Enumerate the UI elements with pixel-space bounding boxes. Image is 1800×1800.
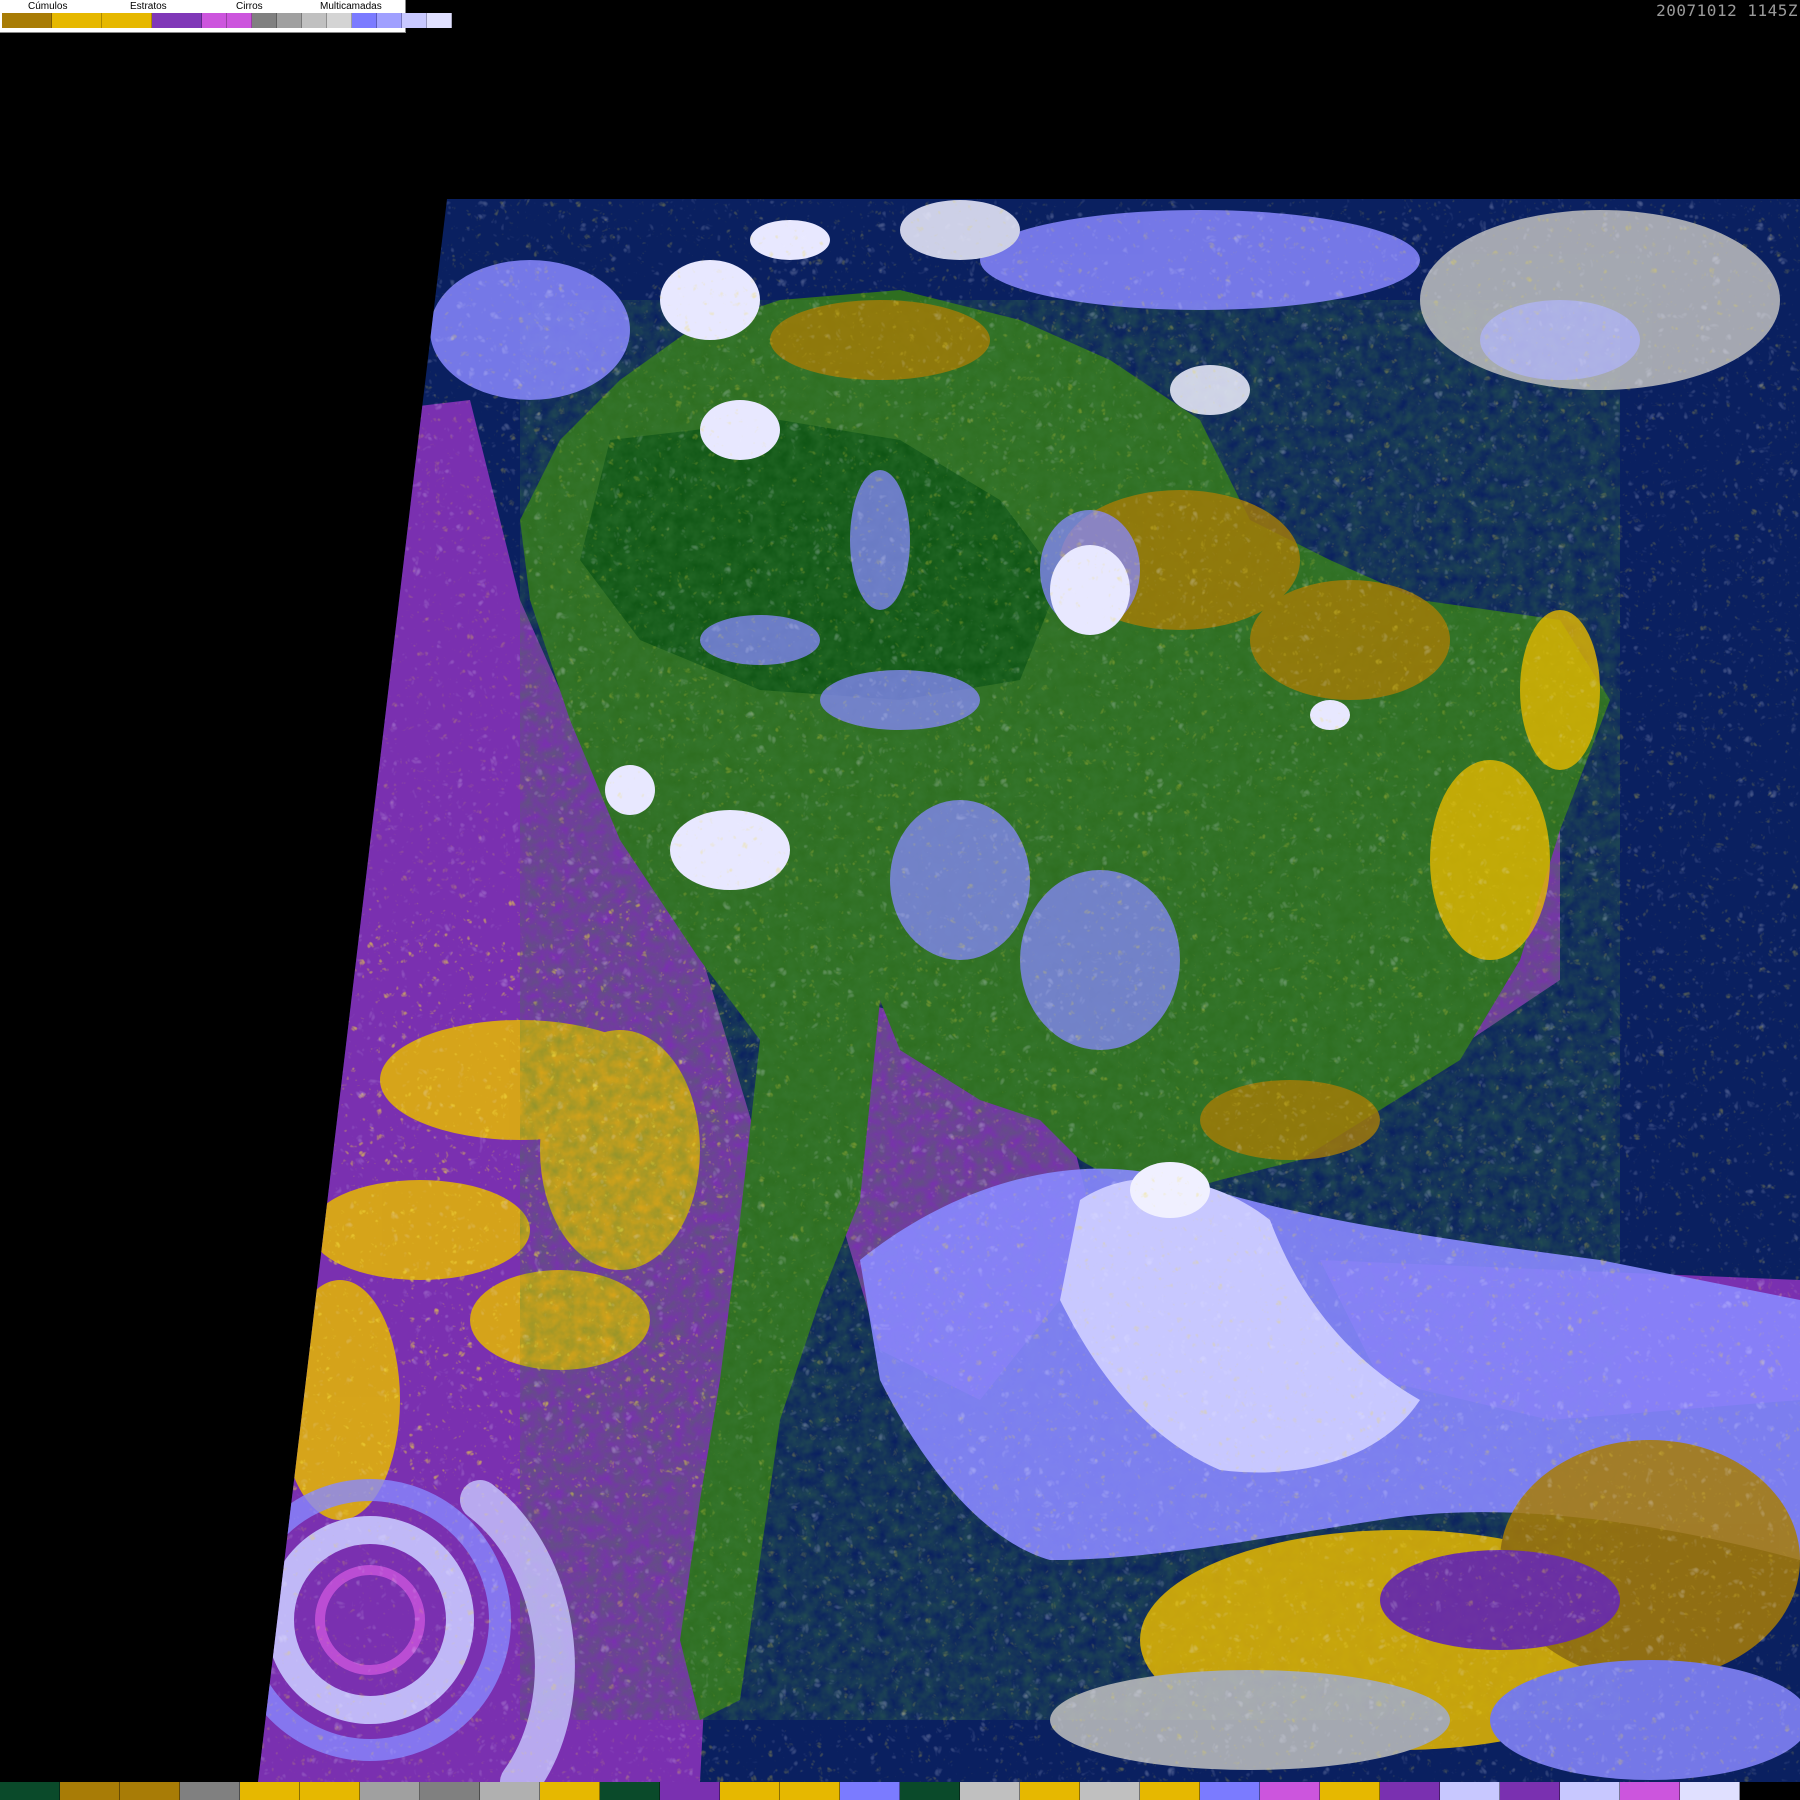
- bottom-strip-cell: [840, 1782, 900, 1800]
- legend-swatch: [202, 13, 227, 28]
- bottom-strip-cell: [1500, 1782, 1560, 1800]
- map-image: [258, 199, 1800, 1782]
- bottom-strip-cell: [900, 1782, 960, 1800]
- legend-swatch: [152, 13, 202, 28]
- bottom-strip-cell: [60, 1782, 120, 1800]
- legend-swatch: [52, 13, 102, 28]
- legend-swatch: [102, 13, 152, 28]
- legend-swatch: [327, 13, 352, 28]
- bottom-strip-cell: [420, 1782, 480, 1800]
- bottom-strip-cell: [1740, 1782, 1800, 1800]
- bottom-strip-cell: [480, 1782, 540, 1800]
- bottom-strip-cell: [1020, 1782, 1080, 1800]
- legend-swatch: [352, 13, 377, 28]
- legend-label-estratos: Estratos: [130, 1, 167, 12]
- bottom-strip-cell: [1560, 1782, 1620, 1800]
- bottom-strip-cell: [240, 1782, 300, 1800]
- legend-swatch: [427, 13, 452, 28]
- bottom-strip-cell: [1620, 1782, 1680, 1800]
- legend-swatch: [377, 13, 402, 28]
- legend-swatch: [277, 13, 302, 28]
- bottom-strip-cell: [1080, 1782, 1140, 1800]
- bottom-strip-cell: [120, 1782, 180, 1800]
- bottom-strip-cell: [1440, 1782, 1500, 1800]
- legend-swatch: [2, 13, 52, 28]
- bottom-strip-cell: [960, 1782, 1020, 1800]
- bottom-strip-cell: [1380, 1782, 1440, 1800]
- legend-swatches: [2, 13, 452, 28]
- legend-swatch: [252, 13, 277, 28]
- legend-label-multicamadas: Multicamadas: [320, 1, 382, 12]
- bottom-strip-cell: [660, 1782, 720, 1800]
- bottom-strip-cell: [300, 1782, 360, 1800]
- bottom-strip-cell: [0, 1782, 60, 1800]
- bottom-strip-cell: [1140, 1782, 1200, 1800]
- image-timestamp: 20071012 1145Z: [1656, 1, 1798, 20]
- bottom-strip-cell: [1680, 1782, 1740, 1800]
- bottom-strip-cell: [540, 1782, 600, 1800]
- bottom-strip-cell: [1320, 1782, 1380, 1800]
- legend-swatch: [302, 13, 327, 28]
- bottom-strip-cell: [1260, 1782, 1320, 1800]
- legend-swatch: [402, 13, 427, 28]
- bottom-strip-cell: [360, 1782, 420, 1800]
- bottom-strip-cell: [1200, 1782, 1260, 1800]
- bottom-strip-cell: [720, 1782, 780, 1800]
- legend-label-cirros: Cirros: [236, 1, 263, 12]
- legend-swatch: [227, 13, 252, 28]
- bottom-strip-cell: [180, 1782, 240, 1800]
- bottom-color-strip: [0, 1782, 1800, 1800]
- satellite-cloud-map: [0, 0, 1800, 1800]
- cloud-type-legend: Cúmulos Estratos Cirros Multicamadas: [0, 0, 452, 33]
- bottom-strip-cell: [780, 1782, 840, 1800]
- bottom-strip-cell: [600, 1782, 660, 1800]
- legend-label-cumulos: Cúmulos: [28, 1, 68, 12]
